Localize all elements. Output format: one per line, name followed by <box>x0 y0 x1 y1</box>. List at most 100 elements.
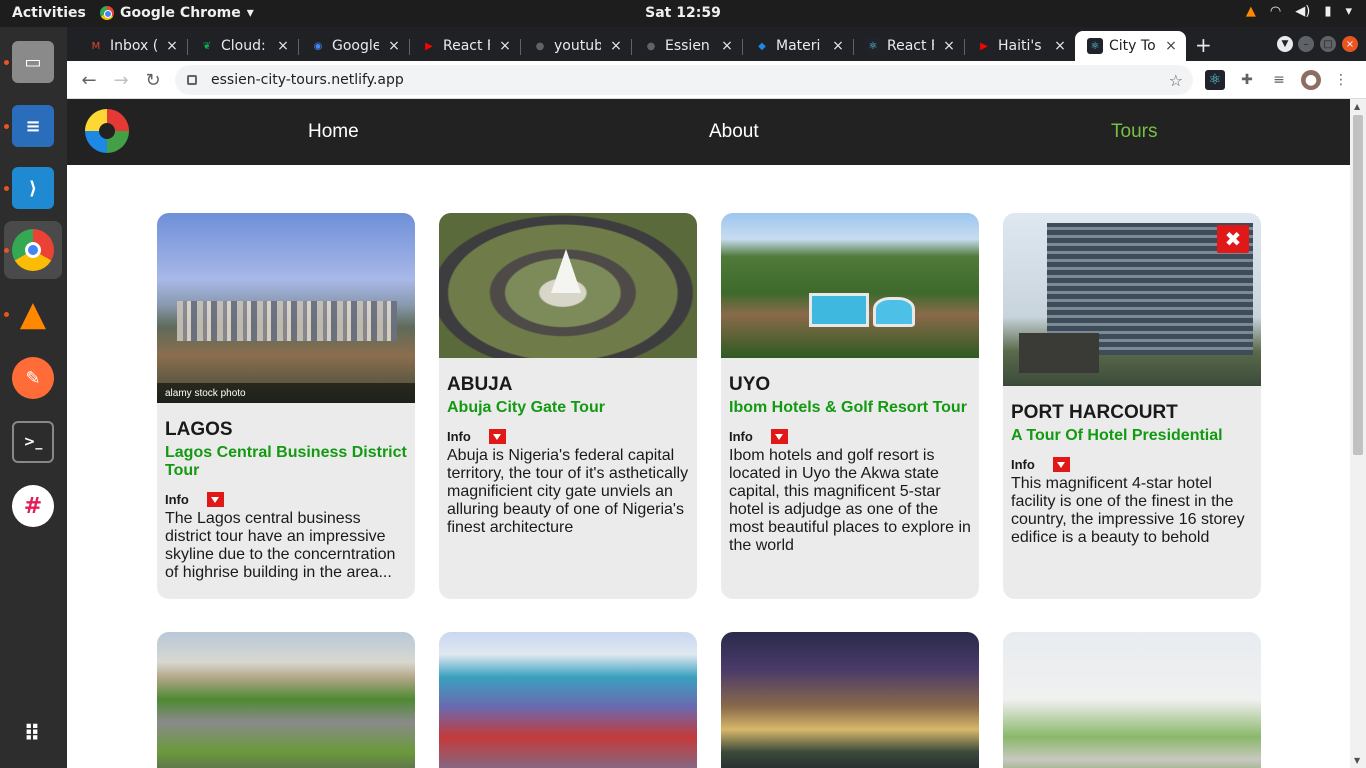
browser-tab[interactable]: ▶ Haiti's × <box>964 31 1075 61</box>
browser-tab[interactable]: ❦ Cloud: × <box>187 31 298 61</box>
tab-close-icon[interactable]: × <box>163 38 181 54</box>
tour-image <box>1003 632 1261 768</box>
tour-image: alamy stock photo <box>157 213 415 403</box>
extensions-puzzle-icon[interactable]: ✚ <box>1237 70 1257 90</box>
browser-tab[interactable]: ⚛ React F × <box>853 31 964 61</box>
url-text: essien-city-tours.netlify.app <box>211 72 404 88</box>
close-icon[interactable]: ✖ <box>1217 225 1249 253</box>
app-name: Google Chrome <box>120 5 241 21</box>
minimize-icon[interactable]: – <box>1298 36 1314 52</box>
running-indicator <box>4 60 9 65</box>
battery-icon: ▮ <box>1324 4 1332 19</box>
info-label: Info <box>447 428 471 444</box>
browser-tab[interactable]: ● youtub × <box>520 31 631 61</box>
material-ui-icon: ◆ <box>758 40 766 52</box>
scroll-up-arrow-icon[interactable]: ▲ <box>1354 102 1360 111</box>
new-tab-button[interactable]: + <box>1195 33 1212 57</box>
maximize-icon[interactable]: □ <box>1320 36 1336 52</box>
scrollbar-thumb[interactable] <box>1353 115 1363 455</box>
tab-search-icon[interactable]: ▼ <box>1277 36 1293 52</box>
react-icon: ⚛ <box>1087 38 1103 54</box>
running-indicator <box>4 186 9 191</box>
files-icon: ▭ <box>12 41 54 83</box>
running-indicator <box>4 312 9 317</box>
caret-down-icon[interactable] <box>770 428 788 444</box>
city-name: LAGOS <box>165 419 233 440</box>
bookmark-star-icon[interactable]: ☆ <box>1169 71 1183 90</box>
lock-icon <box>187 75 197 85</box>
kebab-menu-icon[interactable]: ⋮ <box>1331 70 1351 90</box>
forward-arrow-icon[interactable]: → <box>108 67 134 93</box>
youtube-icon: ▶ <box>425 40 433 52</box>
document-writer-icon: ≡ <box>12 105 54 147</box>
chrome-icon <box>12 229 54 271</box>
activities-button[interactable]: Activities <box>12 5 86 21</box>
running-indicator <box>4 248 9 253</box>
tab-label: City To <box>1109 38 1156 54</box>
vlc-tray-icon[interactable]: ▲ <box>1246 4 1256 19</box>
browser-tab[interactable]: M Inbox (× <box>76 31 187 61</box>
tab-close-icon[interactable]: × <box>1051 38 1069 54</box>
scroll-down-arrow-icon[interactable]: ▼ <box>1354 756 1360 765</box>
caret-down-icon[interactable] <box>206 491 224 507</box>
tab-close-icon[interactable]: × <box>829 38 847 54</box>
address-bar[interactable]: essien-city-tours.netlify.app ☆ <box>175 65 1193 95</box>
tab-close-icon[interactable]: × <box>1162 38 1180 54</box>
dock-vscode[interactable]: ⟩ <box>4 159 62 217</box>
tab-label: youtub <box>554 38 601 54</box>
volume-icon: ◀) <box>1295 4 1311 19</box>
caret-down-icon[interactable] <box>1052 456 1070 472</box>
tour-image <box>439 632 697 768</box>
dock-chrome[interactable] <box>4 221 62 279</box>
dock-vlc[interactable]: ▲ <box>4 285 62 343</box>
youtube-icon: ▶ <box>980 40 988 52</box>
page-scrollbar[interactable]: ▲ ▼ <box>1350 99 1366 768</box>
dock-postman[interactable]: ✎ <box>4 349 62 407</box>
wifi-icon: ◠ <box>1269 4 1282 19</box>
dock-writer[interactable]: ≡ <box>4 97 62 155</box>
tour-image <box>157 632 415 768</box>
browser-tab[interactable]: ● Essien × <box>631 31 742 61</box>
tab-close-icon[interactable]: × <box>385 38 403 54</box>
dock-terminal[interactable]: >_ <box>4 413 62 471</box>
close-window-icon[interactable]: × <box>1342 36 1358 52</box>
dock-files[interactable]: ▭ <box>4 33 62 91</box>
site-logo[interactable] <box>85 109 129 153</box>
tab-close-icon[interactable]: × <box>718 38 736 54</box>
vlc-icon: ▲ <box>19 294 47 334</box>
media-control-icon[interactable]: ≡ <box>1269 70 1289 90</box>
dock-show-applications[interactable]: ⠿ <box>4 705 62 763</box>
tour-image: ✖ <box>1003 213 1261 386</box>
system-top-bar: Activities Google Chrome ▾ Sat 12:59 ▲ ◠… <box>0 0 1366 27</box>
back-arrow-icon[interactable]: ← <box>76 67 102 93</box>
tab-close-icon[interactable]: × <box>940 38 958 54</box>
tab-close-icon[interactable]: × <box>607 38 625 54</box>
tab-label: React F <box>443 38 490 54</box>
window-controls: – □ × <box>1298 36 1358 52</box>
slack-icon: # <box>12 485 54 527</box>
postman-icon: ✎ <box>12 357 54 399</box>
nav-home-link[interactable]: Home <box>308 121 359 143</box>
tour-name: Abuja City Gate Tour <box>447 399 605 416</box>
profile-avatar[interactable]: ● <box>1301 70 1321 90</box>
city-name: PORT HARCOURT <box>1011 402 1178 423</box>
app-grid-icon: ⠿ <box>23 721 43 747</box>
nav-about-link[interactable]: About <box>709 121 759 143</box>
caret-down-icon[interactable] <box>488 428 506 444</box>
app-menu[interactable]: Google Chrome ▾ <box>100 5 254 21</box>
tab-close-icon[interactable]: × <box>274 38 292 54</box>
tab-label: Google <box>332 38 379 54</box>
react-devtools-icon[interactable]: ⚛ <box>1205 70 1225 90</box>
browser-tab[interactable]: ◉ Google × <box>298 31 409 61</box>
browser-tab[interactable]: ◆ Materi × <box>742 31 853 61</box>
dock-slack[interactable]: # <box>4 477 62 535</box>
running-indicator <box>4 124 9 129</box>
nav-tours-link[interactable]: Tours <box>1111 121 1157 143</box>
github-icon: ● <box>535 40 545 52</box>
reload-icon[interactable]: ↻ <box>140 67 166 93</box>
tour-name: Ibom Hotels & Golf Resort Tour <box>729 399 967 416</box>
tab-close-icon[interactable]: × <box>496 38 514 54</box>
browser-tab[interactable]: ▶ React F × <box>409 31 520 61</box>
browser-tab[interactable]: ⚛ City To × <box>1075 31 1186 61</box>
system-tray[interactable]: ▲ ◠ ◀) ▮ ▾ <box>1246 4 1352 19</box>
